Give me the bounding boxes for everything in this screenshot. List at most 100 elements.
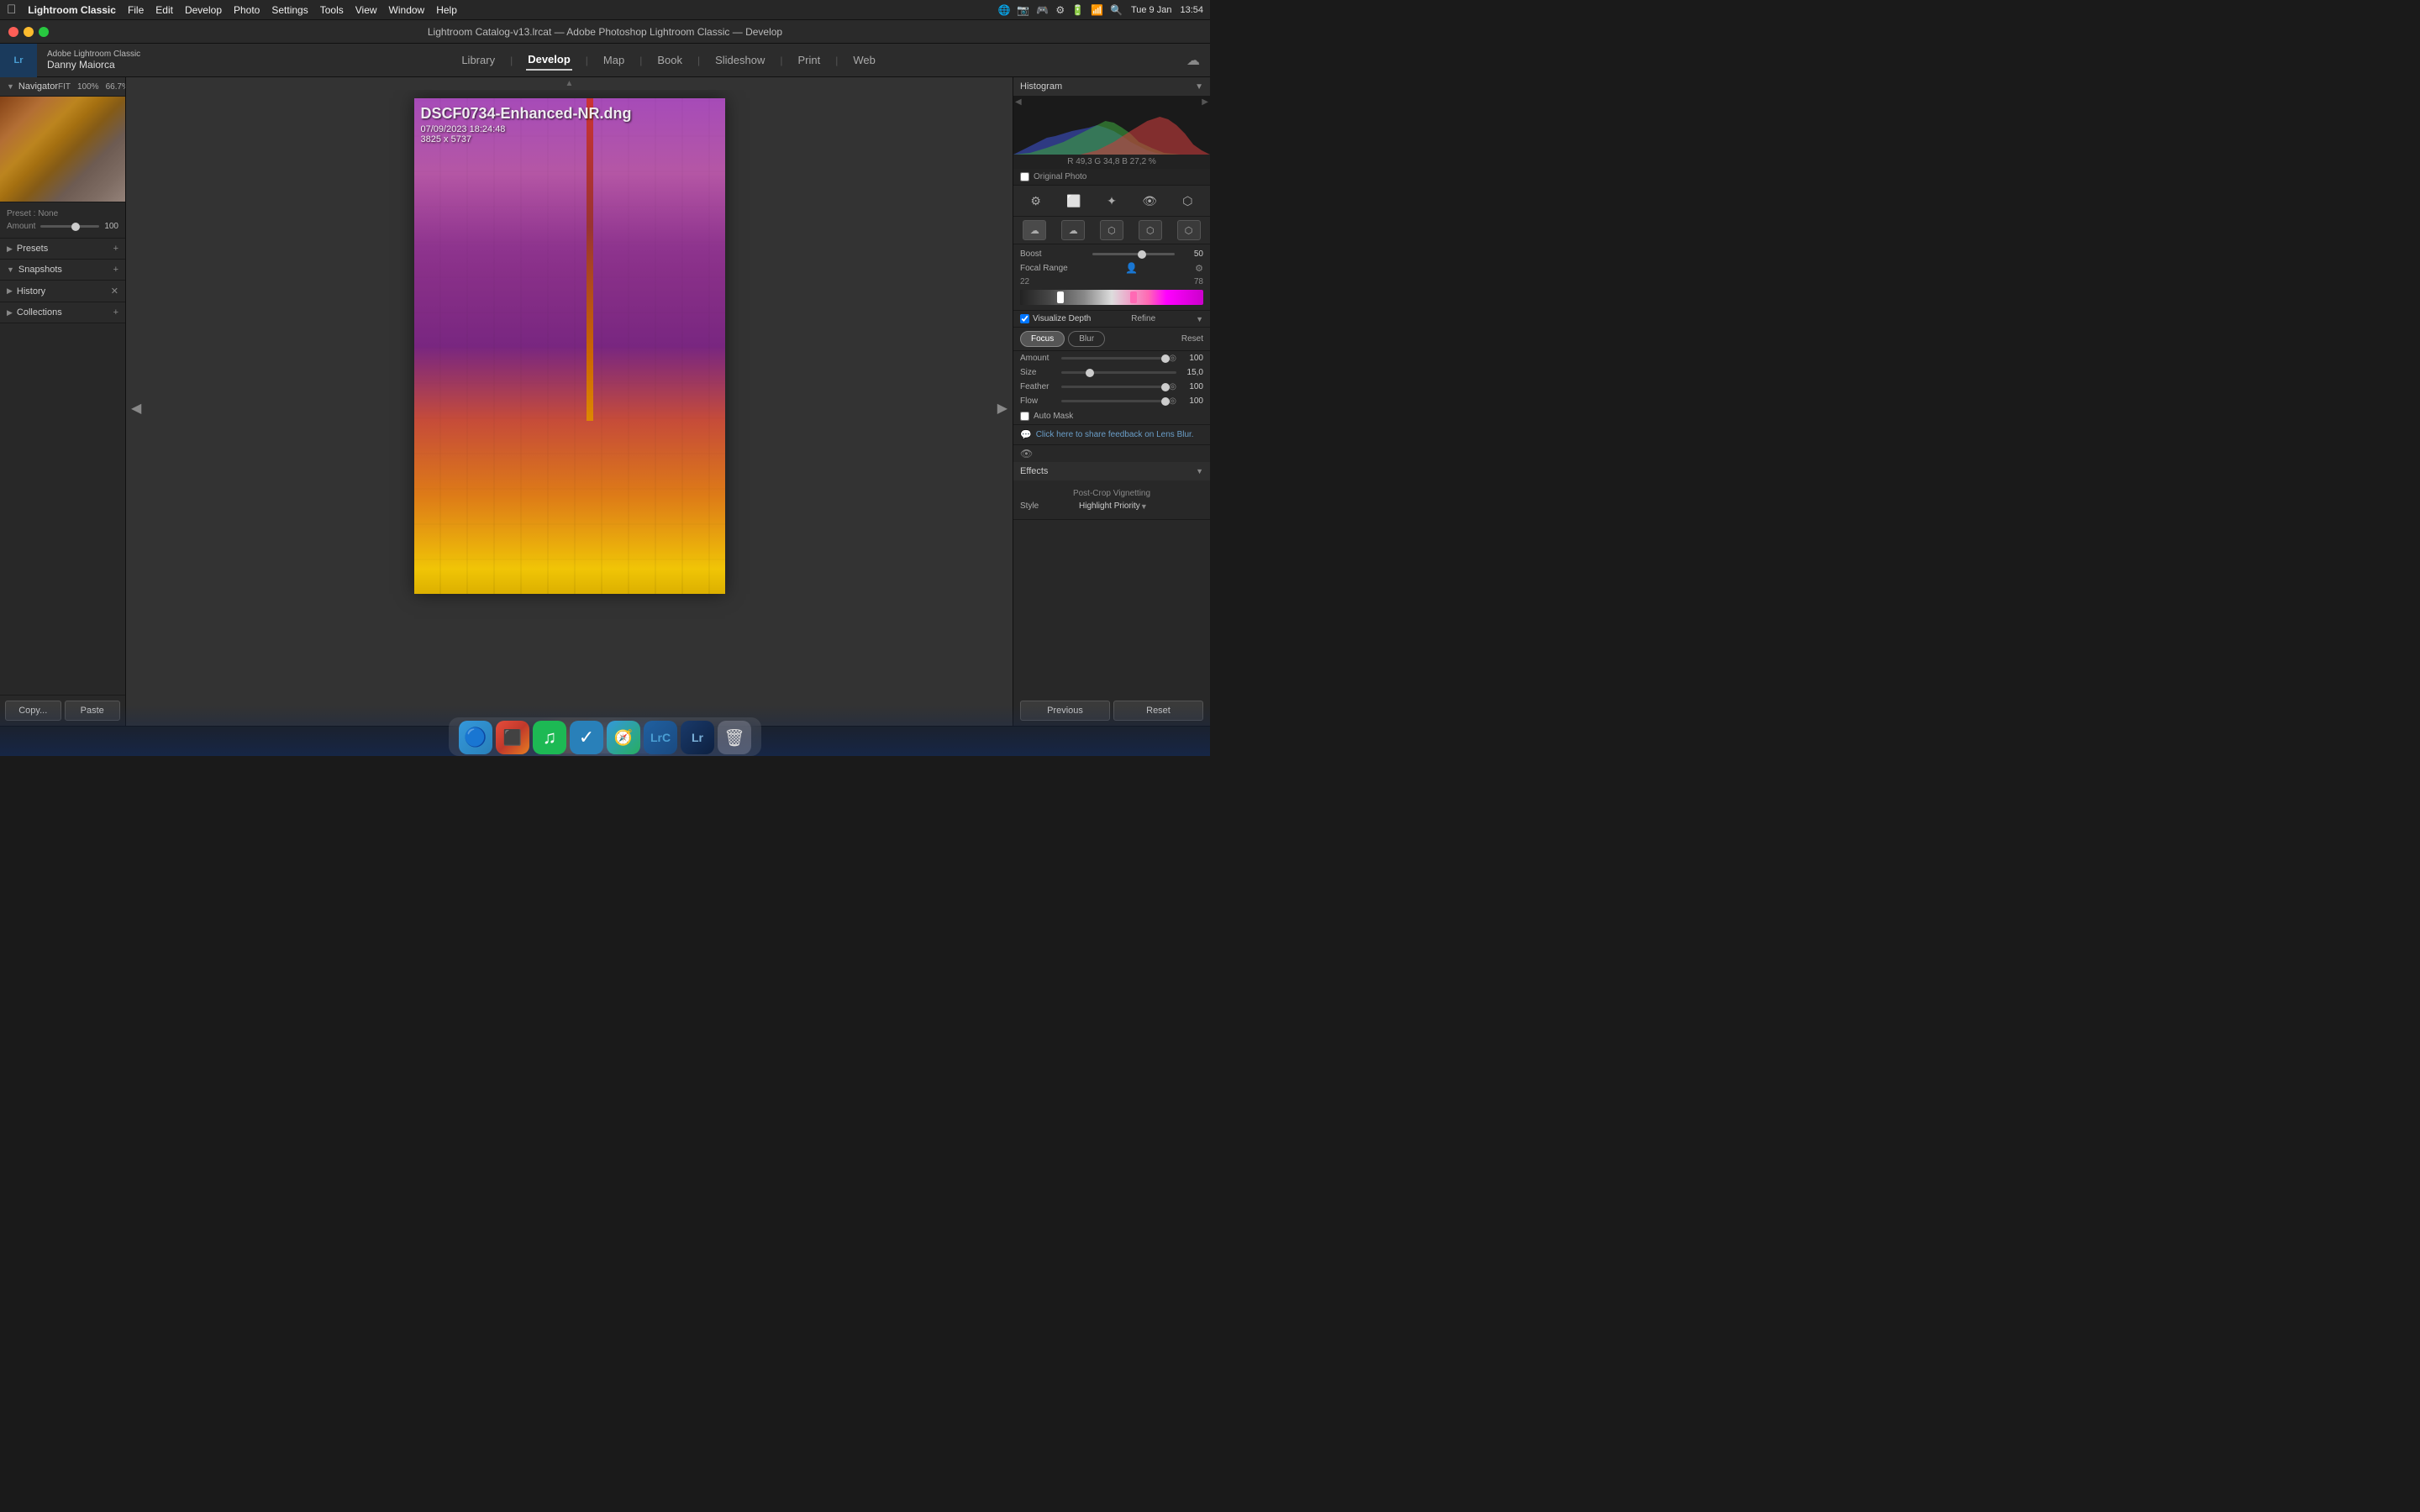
menu-window[interactable]: Window — [389, 4, 425, 16]
effects-header[interactable]: Effects ▼ — [1013, 462, 1210, 480]
menu-edit[interactable]: Edit — [155, 4, 173, 16]
auto-mask-checkbox[interactable] — [1020, 412, 1029, 421]
prev-photo-arrow[interactable]: ◀ — [128, 396, 145, 420]
amount-slider-icon[interactable]: ◎ — [1169, 354, 1176, 363]
eye-icon[interactable]: 👁 — [1020, 448, 1033, 459]
fit-button[interactable]: FIT — [58, 82, 71, 92]
reset-label[interactable]: Reset — [1181, 334, 1203, 344]
focal-thumb-right[interactable] — [1130, 291, 1137, 303]
dock-finder[interactable]: 🔵 — [459, 721, 492, 754]
hist-right-arrow[interactable]: ▶ — [1202, 97, 1208, 107]
redeye-tool[interactable]: 👁 — [1138, 191, 1161, 211]
menu-view[interactable]: View — [355, 4, 377, 16]
main-area: ▼ Navigator FIT 100% 66.7% Preset : None — [0, 77, 1210, 726]
navigator-preview[interactable] — [0, 97, 125, 202]
traffic-lights — [8, 27, 49, 37]
minimize-button[interactable] — [24, 27, 34, 37]
zoom-100[interactable]: 100% — [77, 82, 99, 92]
nav-web[interactable]: Web — [851, 50, 877, 70]
post-crop-label: Post-Crop Vignetting — [1020, 486, 1203, 501]
collections-section: ▶ Collections + — [0, 302, 125, 323]
menu-develop[interactable]: Develop — [185, 4, 222, 16]
feedback-bubble-icon: 💬 — [1020, 429, 1032, 440]
menu-photo[interactable]: Photo — [234, 4, 260, 16]
dock-tasks[interactable]: ✓ — [570, 721, 603, 754]
mask-btn-4[interactable]: ⬡ — [1139, 220, 1162, 240]
history-close-icon[interactable]: ✕ — [111, 286, 118, 297]
flow-slider-icon[interactable]: ◎ — [1169, 396, 1176, 406]
photo-mast — [587, 98, 593, 421]
nav-slideshow[interactable]: Slideshow — [713, 50, 766, 70]
snapshots-header[interactable]: ▼ Snapshots + — [0, 260, 125, 280]
close-button[interactable] — [8, 27, 18, 37]
history-header[interactable]: ▶ History ✕ — [0, 281, 125, 302]
original-photo-checkbox[interactable] — [1020, 172, 1029, 181]
focal-range-gear-icon[interactable]: ⚙ — [1195, 263, 1203, 274]
focal-max: 78 — [1194, 277, 1203, 286]
menu-settings[interactable]: Settings — [271, 4, 308, 16]
collections-add-icon[interactable]: + — [113, 307, 118, 318]
focal-gradient-bar[interactable] — [1020, 290, 1203, 305]
cloud-icon[interactable]: ☁ — [1186, 52, 1200, 69]
focal-range-person-icon[interactable]: 👤 — [1125, 262, 1138, 274]
histogram-values: R 49,3 G 34,8 B 27,2 % — [1013, 155, 1210, 169]
menu-file[interactable]: File — [128, 4, 144, 16]
healing-tool[interactable]: ✦ — [1100, 191, 1123, 211]
feather-slider-icon[interactable]: ◎ — [1169, 382, 1176, 391]
mask-btn-2[interactable]: ☁ — [1061, 220, 1085, 240]
dock-lr-classic[interactable]: LrC — [644, 721, 677, 754]
style-dropdown-icon[interactable]: ▼ — [1140, 502, 1148, 511]
menu-help[interactable]: Help — [436, 4, 457, 16]
mask-btn-5[interactable]: ⬡ — [1177, 220, 1201, 240]
zoom-667[interactable]: 66.7% — [106, 82, 126, 92]
focus-button[interactable]: Focus — [1020, 331, 1065, 347]
focal-thumb-left[interactable] — [1057, 291, 1064, 303]
dock-safari[interactable]: 🧭 — [607, 721, 640, 754]
visualize-depth-checkbox[interactable] — [1020, 314, 1029, 323]
size-slider-ctrl[interactable] — [1061, 371, 1176, 374]
photo-dimensions: 3825 x 5737 — [421, 134, 632, 144]
dock-lr[interactable]: Lr — [681, 721, 714, 754]
nav-print[interactable]: Print — [796, 50, 822, 70]
sliders-tool[interactable]: ⚙ — [1024, 191, 1048, 211]
dock-spotify[interactable]: ♫ — [533, 721, 566, 754]
maximize-button[interactable] — [39, 27, 49, 37]
preset-label: Preset : None — [7, 209, 118, 218]
left-panel: ▼ Navigator FIT 100% 66.7% Preset : None — [0, 77, 126, 726]
refine-label[interactable]: Refine — [1131, 314, 1155, 323]
tool-icons-row: ⚙ ⬜ ✦ 👁 ⬡ — [1013, 186, 1210, 217]
snapshots-add-icon[interactable]: + — [113, 265, 118, 275]
menu-lightroom[interactable]: Lightroom Classic — [28, 4, 116, 16]
hist-left-arrow[interactable]: ◀ — [1015, 97, 1022, 107]
presets-add-icon[interactable]: + — [113, 244, 118, 254]
mask-btn-1[interactable]: ☁ — [1023, 220, 1046, 240]
histogram-header[interactable]: Histogram ▼ — [1013, 77, 1210, 96]
collections-header[interactable]: ▶ Collections + — [0, 302, 125, 323]
navigator-header[interactable]: ▼ Navigator FIT 100% 66.7% — [0, 77, 125, 97]
nav-map[interactable]: Map — [602, 50, 626, 70]
boost-value: 50 — [1180, 249, 1203, 259]
nav-book[interactable]: Book — [655, 50, 684, 70]
crop-tool[interactable]: ⬜ — [1062, 191, 1086, 211]
blur-button[interactable]: Blur — [1068, 331, 1105, 347]
menu-tools[interactable]: Tools — [320, 4, 344, 16]
nav-library[interactable]: Library — [460, 50, 497, 70]
feather-slider-ctrl[interactable] — [1061, 386, 1165, 388]
menubar-datetime: Tue 9 Jan — [1131, 5, 1172, 15]
feedback-text[interactable]: Click here to share feedback on Lens Blu… — [1036, 430, 1194, 439]
flow-slider-ctrl[interactable] — [1061, 400, 1165, 402]
amount-slider-ctrl[interactable] — [1061, 357, 1165, 360]
presets-header[interactable]: ▶ Presets + — [0, 239, 125, 259]
apple-menu[interactable]:  — [7, 3, 16, 17]
masking-tool[interactable]: ⬡ — [1176, 191, 1199, 211]
amount-slider[interactable] — [40, 225, 99, 228]
next-photo-arrow[interactable]: ▶ — [994, 396, 1011, 420]
menubar:  Lightroom Classic File Edit Develop Ph… — [0, 0, 1210, 20]
effects-arrow: ▼ — [1196, 467, 1203, 475]
nav-develop[interactable]: Develop — [526, 50, 572, 71]
dock-launchpad[interactable]: ⬛ — [496, 721, 529, 754]
dock-trash[interactable]: 🗑 — [718, 721, 751, 754]
boost-slider[interactable] — [1092, 253, 1175, 255]
center-top-arrow[interactable]: ▲ — [126, 77, 1013, 90]
mask-btn-3[interactable]: ⬡ — [1100, 220, 1123, 240]
